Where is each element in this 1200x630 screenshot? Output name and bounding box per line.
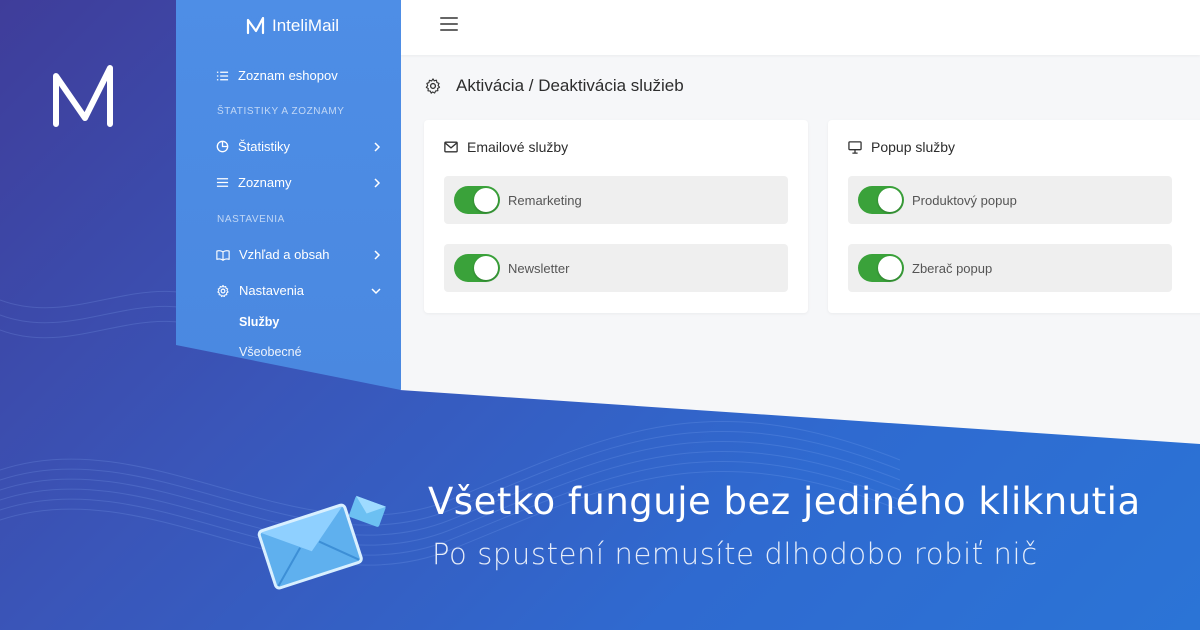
remarketing-toggle[interactable] <box>454 186 500 214</box>
top-bar <box>400 0 1200 55</box>
sidebar-item-stats[interactable]: Štatistiky <box>216 139 381 154</box>
product-popup-toggle[interactable] <box>858 186 904 214</box>
sidebar-item-label: Štatistiky <box>238 139 291 154</box>
brand-logo-icon <box>53 65 113 127</box>
chevron-right-icon <box>374 141 381 152</box>
toggle-label: Remarketing <box>508 192 582 208</box>
toggle-label: Produktový popup <box>912 192 1017 208</box>
card-title: Emailové služby <box>467 139 569 155</box>
sidebar-subitem-general[interactable]: Všeobecné <box>239 345 302 359</box>
email-services-card: Emailové služby Remarketing Newsletter <box>424 120 808 313</box>
list-icon <box>216 71 229 80</box>
chevron-down-icon <box>371 287 381 294</box>
sidebar-item-appearance[interactable]: Vzhľad a obsah <box>216 247 381 262</box>
sidebar-section-settings: NASTAVENIA <box>217 214 285 225</box>
popup-services-card: Popup služby Produktový popup Zberač pop… <box>828 120 1200 313</box>
monitor-icon <box>848 140 862 154</box>
promo-headline: Všetko funguje bez jediného kliknutia <box>428 480 1141 523</box>
toggle-label: Newsletter <box>508 260 570 276</box>
toggle-label: Zberač popup <box>912 260 993 276</box>
sidebar: InteliMail Zoznam eshopov ŠTATISTIKY A Z… <box>176 0 401 390</box>
page-title: Aktivácia / Deaktivácia služieb <box>456 76 684 95</box>
chevron-right-icon <box>374 249 381 260</box>
brand: InteliMail <box>246 16 339 36</box>
brand-logo-icon <box>246 17 265 35</box>
sidebar-subitem-services[interactable]: Služby <box>239 315 279 329</box>
card-header: Emailové služby <box>444 139 568 155</box>
brand-name: InteliMail <box>272 16 340 35</box>
gear-icon <box>425 78 441 94</box>
sidebar-item-label: Vzhľad a obsah <box>239 247 330 262</box>
page-header: Aktivácia / Deaktivácia služieb <box>424 76 684 96</box>
toggle-row-remarketing: Remarketing <box>444 176 788 224</box>
chevron-right-icon <box>374 177 381 188</box>
promo-subline: Po spustení nemusíte dlhodobo robiť nič <box>432 537 1038 571</box>
toggle-row-newsletter: Newsletter <box>444 244 788 292</box>
card-title: Popup služby <box>871 139 956 155</box>
book-icon <box>216 249 230 261</box>
collector-popup-toggle[interactable] <box>858 254 904 282</box>
card-header: Popup služby <box>848 139 955 155</box>
gear-icon <box>217 284 229 297</box>
sidebar-item-label: Nastavenia <box>239 283 305 298</box>
envelope-illustration-icon <box>257 495 387 590</box>
envelope-icon <box>444 141 458 153</box>
sidebar-item-label: Zoznamy <box>238 175 292 190</box>
sidebar-item-label: Zoznam eshopov <box>238 68 338 83</box>
menu-lines-icon <box>216 178 229 187</box>
hamburger-menu-icon[interactable] <box>440 17 458 33</box>
sidebar-item-settings[interactable]: Nastavenia <box>216 283 381 298</box>
pie-chart-icon <box>216 140 229 153</box>
sidebar-item-eshops[interactable]: Zoznam eshopov <box>216 68 381 83</box>
sidebar-item-lists[interactable]: Zoznamy <box>216 175 381 190</box>
toggle-row-product-popup: Produktový popup <box>848 176 1172 224</box>
newsletter-toggle[interactable] <box>454 254 500 282</box>
toggle-row-collector-popup: Zberač popup <box>848 244 1172 292</box>
sidebar-section-stats: ŠTATISTIKY A ZOZNAMY <box>217 106 345 117</box>
